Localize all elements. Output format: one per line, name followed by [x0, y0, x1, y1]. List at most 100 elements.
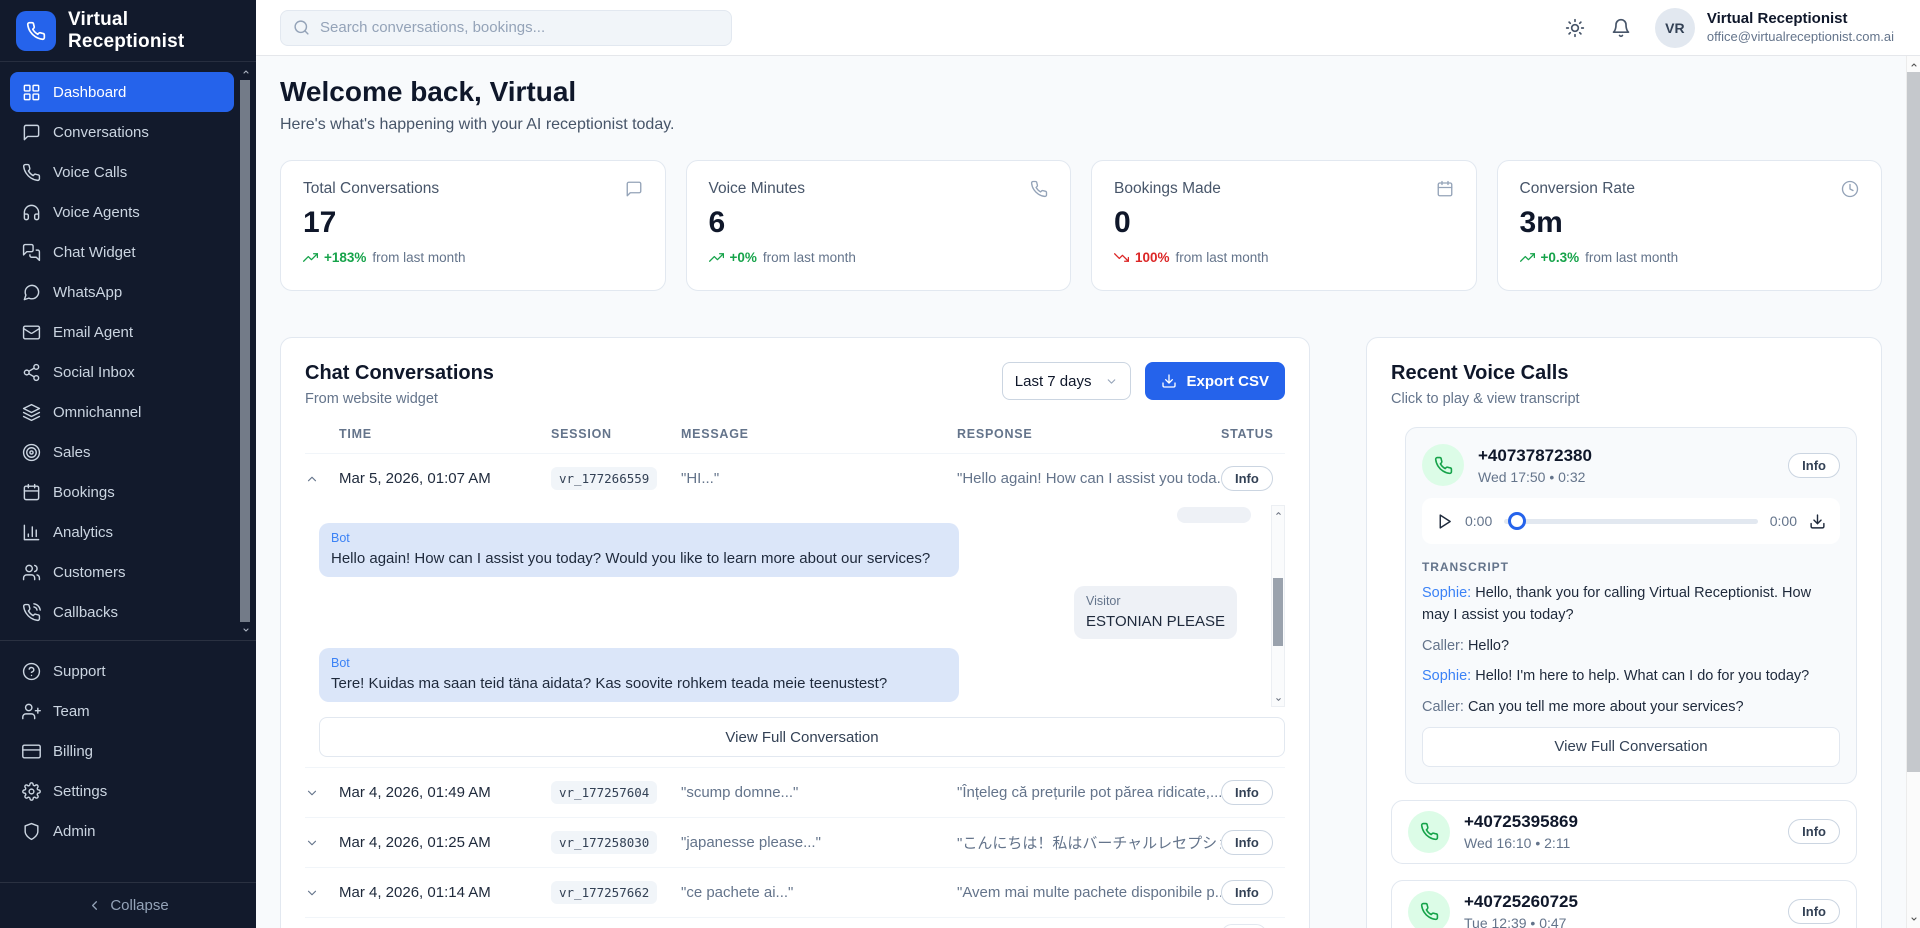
user-menu[interactable]: VR Virtual Receptionist office@virtualre…: [1655, 8, 1894, 48]
message-text: Hello again! How can I assist you today?…: [331, 549, 947, 569]
play-icon[interactable]: [1436, 513, 1453, 530]
sidebar-item-voice-calls[interactable]: Voice Calls: [10, 152, 234, 192]
messages-square-icon: [22, 243, 41, 262]
stat-delta-value: +0.3%: [1541, 250, 1580, 265]
sidebar-scrollbar[interactable]: [239, 66, 252, 636]
table-row[interactable]: Mar 5, 2026, 01:07 AM vr_177266559 "HI..…: [305, 453, 1285, 503]
sidebar-item-whatsapp[interactable]: WhatsApp: [10, 272, 234, 312]
chevron-down-icon[interactable]: [305, 886, 339, 900]
mail-icon: [22, 323, 41, 342]
user-plus-icon: [22, 702, 41, 721]
chevron-down-icon: [1105, 375, 1118, 388]
chevron-up-icon[interactable]: [1272, 507, 1284, 519]
sidebar-item-email-agent[interactable]: Email Agent: [10, 312, 234, 352]
sidebar-item-bookings[interactable]: Bookings: [10, 472, 234, 512]
download-icon: [1161, 373, 1177, 389]
view-full-conversation-button[interactable]: View Full Conversation: [1422, 727, 1840, 767]
sidebar-item-omnichannel[interactable]: Omnichannel: [10, 392, 234, 432]
sidebar-collapse-button[interactable]: Collapse: [0, 882, 256, 928]
sidebar-item-chat-widget[interactable]: Chat Widget: [10, 232, 234, 272]
sidebar-item-label: Customers: [53, 564, 126, 581]
sidebar-item-billing[interactable]: Billing: [10, 731, 234, 771]
speaker-label: Caller:: [1422, 638, 1464, 654]
sidebar-item-label: Omnichannel: [53, 404, 141, 421]
stat-delta-value: +0%: [730, 250, 757, 265]
chevron-up-icon[interactable]: [305, 472, 339, 486]
expanded-conversation: Bot Hello again! How can I assist you to…: [319, 505, 1285, 757]
status-badge[interactable]: Info: [1788, 453, 1840, 478]
chevron-down-icon[interactable]: [1272, 693, 1284, 705]
conversation-scroll-area[interactable]: Bot Hello again! How can I assist you to…: [319, 505, 1285, 707]
stat-delta-note: from last month: [763, 250, 856, 265]
chevron-down-icon[interactable]: [239, 624, 252, 636]
status-badge[interactable]: Info: [1221, 880, 1273, 905]
export-csv-button[interactable]: Export CSV: [1145, 362, 1285, 400]
row-message: "japanesse please...": [681, 834, 957, 851]
download-icon[interactable]: [1809, 513, 1826, 530]
chevron-down-icon[interactable]: [305, 836, 339, 850]
scrollbar-thumb[interactable]: [1273, 578, 1283, 646]
column-header-time: TIME: [339, 427, 551, 441]
dashboard-columns: Chat Conversations From website widget L…: [280, 337, 1882, 928]
sidebar-item-support[interactable]: Support: [10, 651, 234, 691]
scrollbar-thumb[interactable]: [240, 80, 250, 622]
chevron-up-icon[interactable]: [1907, 58, 1920, 72]
status-badge[interactable]: Info: [1221, 780, 1273, 805]
clipped-bubble: [1177, 507, 1251, 523]
chevron-down-icon[interactable]: [1907, 912, 1920, 926]
date-range-select[interactable]: Last 7 days: [1002, 362, 1132, 400]
phone-call-icon: [22, 603, 41, 622]
sidebar-item-analytics[interactable]: Analytics: [10, 512, 234, 552]
collapse-label: Collapse: [110, 897, 168, 914]
section-title: Recent Voice Calls: [1391, 362, 1857, 385]
sidebar-item-settings[interactable]: Settings: [10, 771, 234, 811]
sidebar-item-team[interactable]: Team: [10, 691, 234, 731]
sidebar-item-dashboard[interactable]: Dashboard: [10, 72, 234, 112]
sidebar-item-sales[interactable]: Sales: [10, 432, 234, 472]
phone-icon: [1030, 180, 1048, 198]
table-row[interactable]: Mar 4, 2026, 01:49 AM vr_177257604 "scum…: [305, 767, 1285, 817]
voice-call-card[interactable]: +40725395869 Wed 16:10 • 2:11 Info: [1391, 800, 1857, 864]
column-header-status: STATUS: [1221, 427, 1285, 441]
status-badge[interactable]: Info: [1788, 899, 1840, 924]
message-square-icon: [625, 180, 643, 198]
voice-call-card[interactable]: +40725260725 Tue 12:39 • 0:47 Info: [1391, 880, 1857, 928]
section-subtitle: Click to play & view transcript: [1391, 391, 1857, 407]
chevron-up-icon[interactable]: [239, 66, 252, 78]
page-scrollbar[interactable]: [1906, 56, 1920, 928]
stat-value: 3m: [1520, 206, 1860, 240]
clock-icon: [1841, 180, 1859, 198]
sidebar-item-customers[interactable]: Customers: [10, 552, 234, 592]
status-badge[interactable]: Info: [1221, 830, 1273, 855]
status-badge[interactable]: Info: [1788, 819, 1840, 844]
scrollbar-thumb[interactable]: [1907, 72, 1920, 772]
player-slider-thumb[interactable]: [1508, 512, 1526, 530]
row-time: Mar 4, 2026, 01:14 AM: [339, 884, 551, 901]
row-response: "Avem mai multe pachete disponibile p...: [957, 884, 1221, 901]
sidebar-item-conversations[interactable]: Conversations: [10, 112, 234, 152]
status-badge[interactable]: Info: [1221, 466, 1273, 491]
column-header-response: RESPONSE: [957, 427, 1221, 441]
stat-delta-value: 100%: [1135, 250, 1170, 265]
table-row[interactable]: Mar 4, 2026, 01:25 AM vr_177258030 "japa…: [305, 817, 1285, 867]
sidebar-item-voice-agents[interactable]: Voice Agents: [10, 192, 234, 232]
notifications-button[interactable]: [1609, 16, 1633, 40]
sidebar-item-admin[interactable]: Admin: [10, 811, 234, 851]
avatar[interactable]: VR: [1655, 8, 1695, 48]
sidebar-item-social-inbox[interactable]: Social Inbox: [10, 352, 234, 392]
conversation-scrollbar[interactable]: [1271, 505, 1285, 707]
view-full-conversation-button[interactable]: View Full Conversation: [319, 717, 1285, 757]
player-current-time: 0:00: [1465, 513, 1492, 529]
player-seek-slider[interactable]: [1504, 519, 1758, 524]
global-search[interactable]: [280, 10, 732, 46]
chat-bubble-visitor: Visitor ESTONIAN PLEASE: [1074, 586, 1237, 640]
sidebar-item-callbacks[interactable]: Callbacks: [10, 592, 234, 632]
stat-label: Voice Minutes: [709, 180, 806, 198]
row-time: Mar 5, 2026, 01:07 AM: [339, 470, 551, 487]
search-input[interactable]: [320, 19, 719, 36]
voice-call-card[interactable]: +40737872380 Wed 17:50 • 0:32 Info 0:00: [1405, 427, 1857, 784]
chevron-down-icon[interactable]: [305, 786, 339, 800]
stat-delta-value: +183%: [324, 250, 366, 265]
theme-toggle-button[interactable]: [1563, 16, 1587, 40]
table-row[interactable]: Mar 4, 2026, 01:14 AM vr_177257662 "ce p…: [305, 867, 1285, 917]
